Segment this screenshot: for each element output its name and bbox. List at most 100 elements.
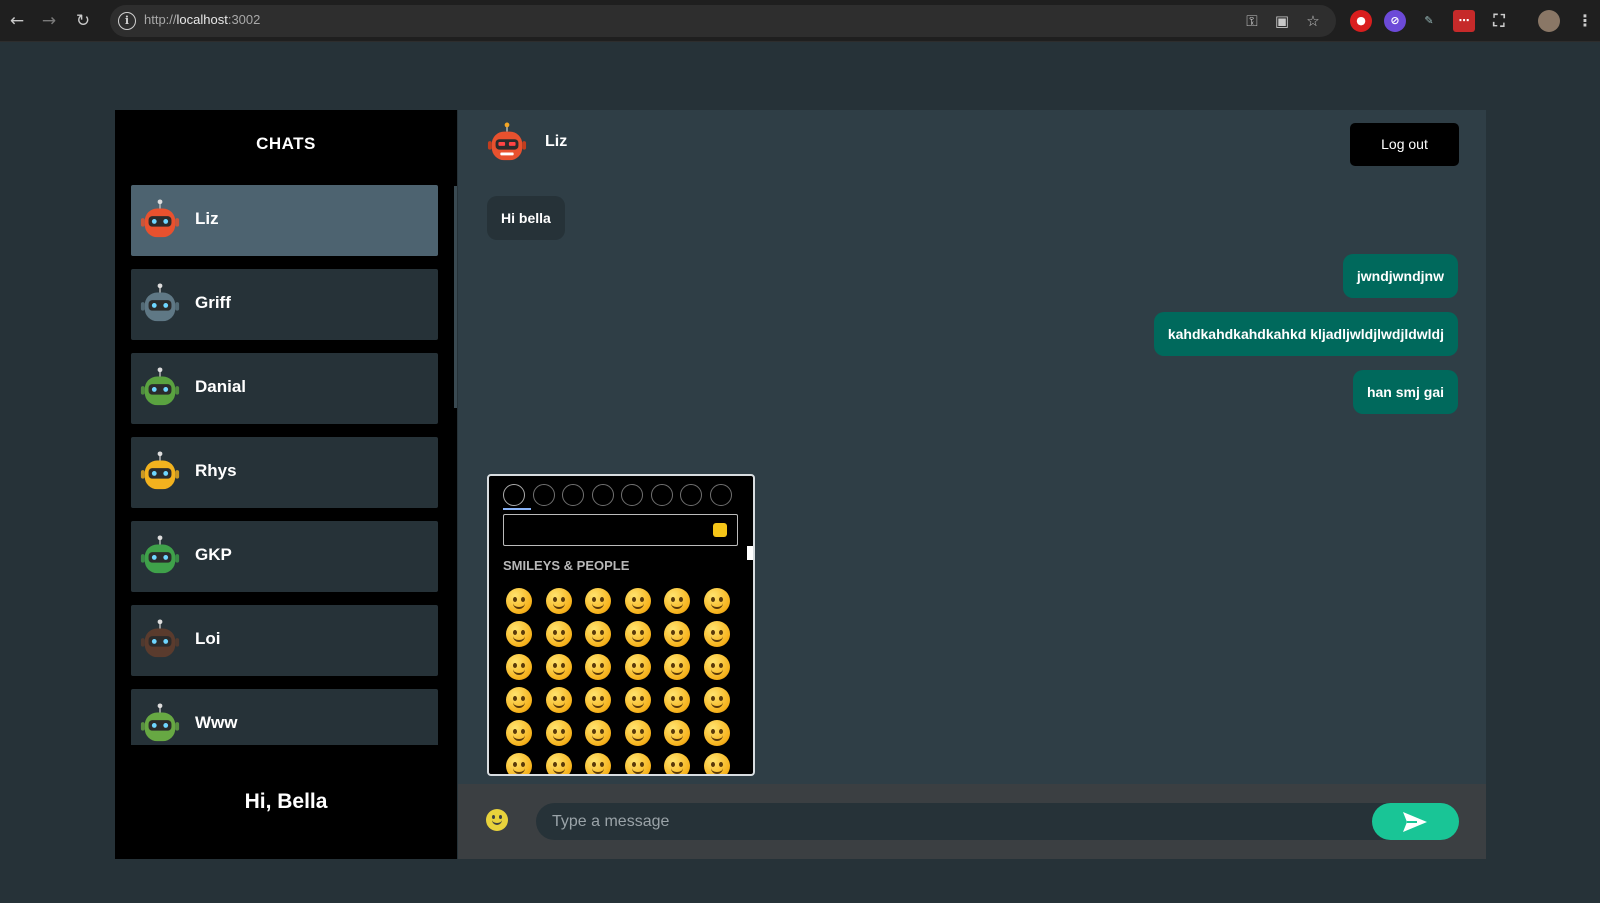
animals-icon[interactable] [532, 484, 555, 506]
extensions-puzzle-icon[interactable]: ⛶ [1488, 10, 1510, 32]
emoji-smiley-icon[interactable] [506, 720, 532, 746]
emoji-smiley-icon[interactable] [703, 654, 730, 680]
emoji-picker-scrollbar[interactable] [747, 546, 753, 560]
contact-list[interactable]: Liz Griff Danial Rhys GKP Loi Www [131, 185, 443, 745]
profile-avatar[interactable] [1538, 10, 1560, 32]
activity-icon[interactable] [621, 484, 643, 506]
emoji-smiley-icon[interactable] [506, 687, 532, 713]
active-category-indicator [503, 508, 531, 510]
address-bar[interactable]: i http://localhost:3002 ⚿ ▣ ☆ [110, 5, 1336, 37]
emoji-smiley-icon[interactable] [545, 588, 572, 614]
emoji-toggle-icon[interactable] [486, 809, 508, 831]
password-key-icon[interactable]: ⚿ [1241, 10, 1263, 32]
message-incoming: Hi bella [487, 196, 565, 240]
emoji-smiley-icon[interactable] [664, 588, 690, 614]
site-info-icon[interactable]: i [118, 12, 136, 30]
emoji-smiley-icon[interactable] [703, 720, 730, 746]
emoji-smiley-icon[interactable] [664, 687, 690, 713]
contact-item[interactable]: Danial [131, 353, 438, 424]
message-input[interactable] [536, 803, 1436, 840]
emoji-smiley-icon[interactable] [624, 588, 651, 614]
contact-name: Danial [195, 377, 247, 396]
url-text: http://localhost:3002 [144, 12, 261, 27]
robot-avatar-icon [140, 703, 180, 742]
emoji-smiley-icon[interactable] [585, 720, 611, 746]
extension-pen-icon[interactable]: ✎ [1418, 10, 1440, 32]
emoji-smiley-icon[interactable] [664, 753, 690, 774]
reload-icon[interactable]: ↻ [70, 8, 96, 34]
emoji-smiley-icon[interactable] [585, 687, 611, 713]
contact-list-scrollbar[interactable] [454, 186, 457, 408]
emoji-smiley-icon[interactable] [545, 621, 572, 647]
contact-item[interactable]: Loi [131, 605, 438, 676]
bookmark-star-icon[interactable]: ☆ [1302, 10, 1324, 32]
emoji-smiley-icon[interactable] [506, 753, 532, 774]
smileys-icon[interactable] [503, 484, 525, 506]
robot-avatar-icon [140, 619, 180, 658]
robot-avatar-icon [140, 451, 180, 490]
emoji-smiley-icon[interactable] [585, 588, 611, 614]
emoji-smiley-icon[interactable] [545, 753, 572, 774]
emoji-smiley-icon[interactable] [624, 654, 651, 680]
install-app-icon[interactable]: ▣ [1271, 10, 1293, 32]
extension-dots-icon[interactable]: ⋯ [1453, 10, 1475, 32]
food-icon[interactable] [562, 484, 584, 506]
robot-avatar-icon [140, 535, 180, 574]
flags-icon[interactable] [709, 484, 732, 506]
message-outgoing: kahdkahdkahdkahkd kljadljwldjlwdjldwldj [1153, 312, 1458, 356]
chat-panel: Liz Log out Hi bella jwndjwndjnw kahdkah… [458, 110, 1486, 859]
emoji-search-input[interactable] [503, 514, 738, 546]
robot-avatar-icon [140, 283, 180, 322]
menu-kebab-icon[interactable]: ⋮ [1574, 10, 1596, 32]
message-composer [458, 784, 1486, 859]
emoji-smiley-icon[interactable] [624, 621, 651, 647]
emoji-smiley-icon[interactable] [545, 720, 572, 746]
sidebar: CHATS Liz Griff Danial Rhys GKP Loi Www Hi, Be… [115, 110, 457, 859]
logout-button[interactable]: Log out [1350, 123, 1459, 166]
robot-avatar-icon [140, 199, 180, 238]
contact-name: Loi [195, 629, 221, 648]
symbols-icon[interactable] [680, 484, 702, 506]
emoji-smiley-icon[interactable] [624, 687, 651, 713]
robot-avatar-icon [140, 367, 180, 406]
contact-item[interactable]: Www [131, 689, 438, 745]
chat-app: CHATS Liz Griff Danial Rhys GKP Loi Www Hi, Be… [115, 110, 1486, 859]
forward-icon[interactable]: → [36, 8, 62, 34]
emoji-smiley-icon[interactable] [703, 588, 730, 614]
emoji-smiley-icon[interactable] [703, 621, 730, 647]
contact-name: Www [195, 713, 238, 732]
chat-header: Liz Log out [458, 110, 1486, 180]
contact-avatar-liz [487, 122, 527, 161]
emoji-smiley-icon[interactable] [545, 654, 572, 680]
extension-purple-icon[interactable]: ⊘ [1384, 10, 1406, 32]
emoji-smiley-icon[interactable] [664, 654, 690, 680]
objects-icon[interactable] [650, 484, 673, 506]
contact-item[interactable]: Liz [131, 185, 438, 256]
emoji-smiley-icon[interactable] [585, 753, 611, 774]
extension-red-icon[interactable]: ● [1350, 10, 1372, 32]
emoji-smiley-icon[interactable] [545, 687, 572, 713]
emoji-smiley-icon[interactable] [506, 588, 532, 614]
emoji-smiley-icon[interactable] [664, 720, 690, 746]
emoji-smiley-icon[interactable] [506, 654, 532, 680]
contact-item[interactable]: Griff [131, 269, 438, 340]
emoji-smiley-icon[interactable] [506, 621, 532, 647]
back-icon[interactable]: ← [4, 8, 30, 34]
emoji-smiley-icon[interactable] [624, 753, 651, 774]
contact-item[interactable]: Rhys [131, 437, 438, 508]
emoji-smiley-icon[interactable] [703, 753, 730, 774]
travel-icon[interactable] [591, 484, 614, 506]
skin-tone-selector[interactable] [713, 523, 727, 537]
message-outgoing: han smj gai [1352, 370, 1458, 414]
contact-item[interactable]: GKP [131, 521, 438, 592]
emoji-picker[interactable]: SMILEYS & PEOPLE [487, 474, 755, 776]
emoji-smiley-icon[interactable] [624, 720, 651, 746]
contact-name: Liz [195, 209, 219, 228]
emoji-smiley-icon[interactable] [585, 654, 611, 680]
emoji-smiley-icon[interactable] [585, 621, 611, 647]
sidebar-title: CHATS [256, 134, 316, 153]
send-button[interactable] [1372, 803, 1459, 840]
emoji-smiley-icon[interactable] [664, 621, 690, 647]
contact-name: GKP [195, 545, 232, 564]
emoji-smiley-icon[interactable] [703, 687, 730, 713]
